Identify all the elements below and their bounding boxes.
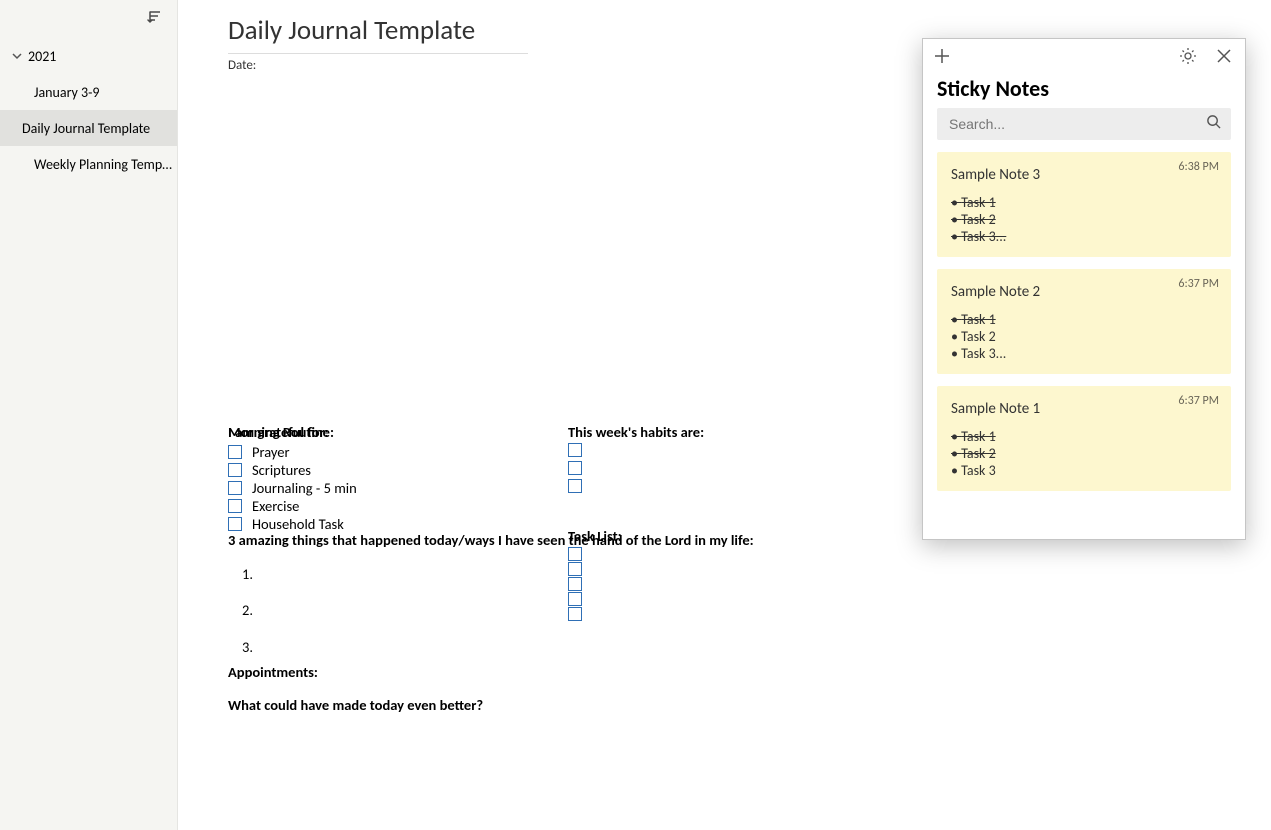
chevron-down-icon xyxy=(12,48,24,65)
better-title: What could have made today even better? xyxy=(228,696,1271,714)
new-note-button[interactable] xyxy=(933,47,953,67)
note-card[interactable]: 6:37 PMSample Note 2 Task 1Task 2Task 3..… xyxy=(937,269,1231,374)
checkbox[interactable] xyxy=(568,479,582,493)
checklist-label: Household Task xyxy=(252,515,344,533)
note-title: Sample Note 3 xyxy=(951,166,1217,184)
checkbox[interactable] xyxy=(568,443,582,457)
sidebar: 2021 January 3-9 Daily Journal Template We… xyxy=(0,0,178,830)
checklist-row[interactable]: Household Task xyxy=(228,515,548,533)
sidebar-item[interactable]: Daily Journal Template xyxy=(0,110,177,146)
gear-icon[interactable] xyxy=(1179,47,1199,67)
checkbox[interactable] xyxy=(228,481,242,495)
search-input[interactable] xyxy=(947,115,1206,133)
checkbox[interactable] xyxy=(568,607,582,621)
page-title[interactable]: Daily Journal Template xyxy=(228,10,528,54)
checklist-row[interactable]: Exercise xyxy=(228,497,548,515)
note-task: Task 3... xyxy=(951,228,1217,245)
checkbox[interactable] xyxy=(568,562,582,576)
note-title: Sample Note 2 xyxy=(951,283,1217,301)
tasklist-title: Task List: xyxy=(568,527,868,545)
checklist-label: Prayer xyxy=(252,443,290,461)
search-box[interactable] xyxy=(937,108,1231,140)
tree-item-year[interactable]: 2021 xyxy=(0,38,177,74)
sticky-title: Sticky Notes xyxy=(923,75,1245,108)
habits-title: This week's habits are: xyxy=(568,423,868,441)
sidebar-item-label: January 3-9 xyxy=(34,84,100,101)
checkbox[interactable] xyxy=(228,499,242,513)
note-time: 6:37 PM xyxy=(1178,394,1219,408)
sidebar-item[interactable]: Weekly Planning Templ… xyxy=(0,146,177,182)
checkbox[interactable] xyxy=(568,592,582,606)
checklist-row[interactable]: Prayer xyxy=(228,443,548,461)
sidebar-item[interactable]: January 3-9 xyxy=(0,74,177,110)
note-task: Task 1 xyxy=(951,428,1217,445)
note-card[interactable]: 6:38 PMSample Note 3 Task 1Task 2Task 3..… xyxy=(937,152,1231,257)
note-card[interactable]: 6:37 PMSample Note 1 Task 1Task 2Task 3 xyxy=(937,386,1231,491)
note-task: Task 3... xyxy=(951,345,1217,362)
search-icon xyxy=(1206,114,1221,134)
checkbox[interactable] xyxy=(568,547,582,561)
checkbox[interactable] xyxy=(568,461,582,475)
note-task: Task 1 xyxy=(951,311,1217,328)
checklist-row[interactable]: Journaling - 5 min xyxy=(228,479,548,497)
note-time: 6:37 PM xyxy=(1178,277,1219,291)
note-title: Sample Note 1 xyxy=(951,400,1217,418)
checklist-label: Journaling - 5 min xyxy=(252,479,357,497)
close-icon[interactable] xyxy=(1215,47,1235,67)
note-task: Task 2 xyxy=(951,328,1217,345)
sort-icon[interactable] xyxy=(147,9,163,30)
checkbox[interactable] xyxy=(568,577,582,591)
checkbox[interactable] xyxy=(228,445,242,459)
sidebar-item-label: Weekly Planning Templ… xyxy=(34,156,174,173)
note-task: Task 2 xyxy=(951,445,1217,462)
checklist-row[interactable]: Scriptures xyxy=(228,461,548,479)
sticky-notes-panel: Sticky Notes 6:38 PMSample Note 3Task 1T… xyxy=(922,38,1246,540)
note-task: Task 1 xyxy=(951,194,1217,211)
sidebar-item-label: Daily Journal Template xyxy=(22,120,150,137)
note-time: 6:38 PM xyxy=(1178,160,1219,174)
checkbox[interactable] xyxy=(228,517,242,531)
note-task: Task 2 xyxy=(951,211,1217,228)
tree-item-label: 2021 xyxy=(28,48,56,65)
checklist-label: Scriptures xyxy=(252,461,311,479)
note-task: Task 3 xyxy=(951,462,1217,479)
appointments-title: Appointments: xyxy=(228,663,548,681)
checkbox[interactable] xyxy=(228,463,242,477)
morning-routine-title: Morning Routine: xyxy=(228,423,548,441)
checklist-label: Exercise xyxy=(252,497,299,515)
